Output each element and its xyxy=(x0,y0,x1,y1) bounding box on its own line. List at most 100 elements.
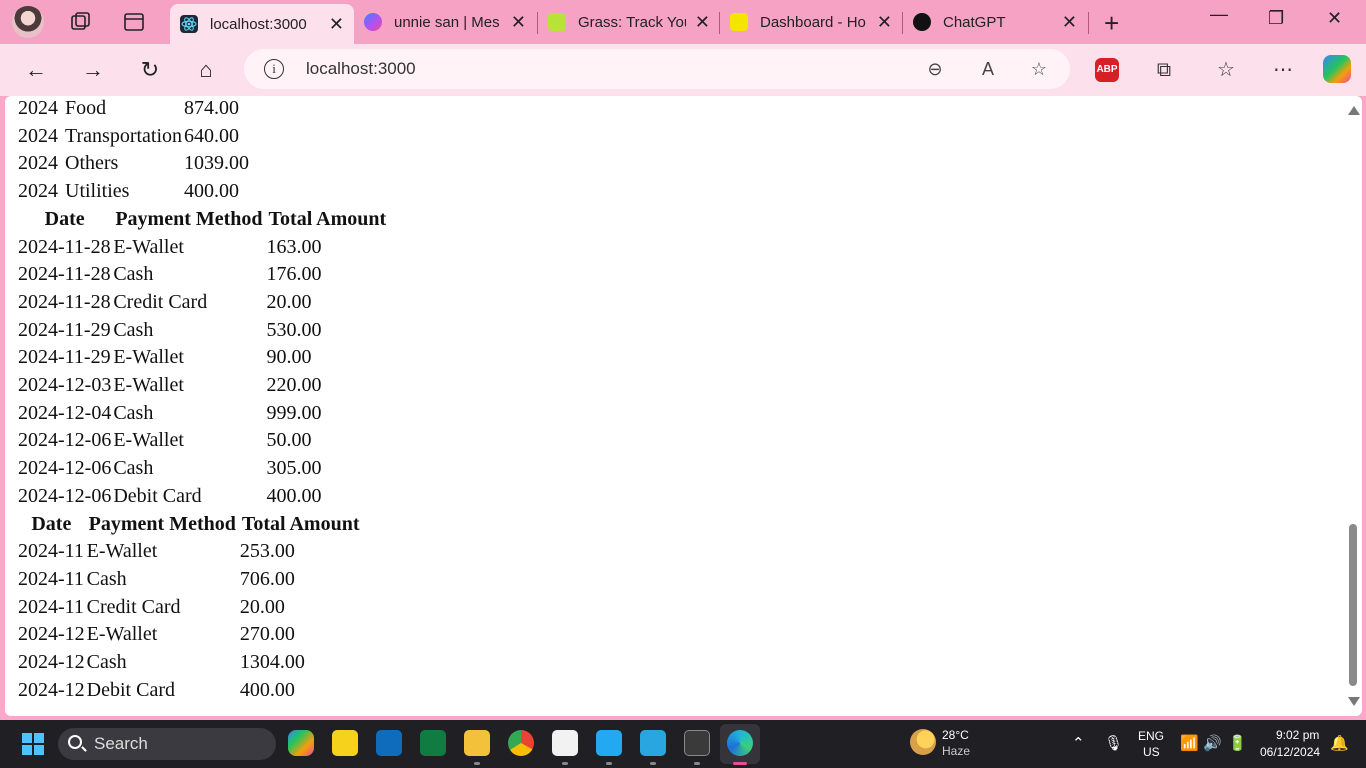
tab-separator xyxy=(1088,12,1089,34)
tab-messenger[interactable]: unnie san | Mes ✕ xyxy=(354,4,536,40)
close-icon[interactable]: ✕ xyxy=(695,12,710,33)
read-aloud-icon[interactable]: A xyxy=(977,58,999,80)
tab-localhost[interactable]: localhost:3000 ✕ xyxy=(170,4,354,44)
cell-total-amount: 305.00 xyxy=(266,457,322,480)
table-row: 2024-12 Cash 1304.00 xyxy=(18,649,362,677)
wifi-icon[interactable]: 📶 xyxy=(1180,734,1199,752)
close-icon[interactable]: ✕ xyxy=(329,14,344,35)
tab-grass[interactable]: Grass: Track You ✕ xyxy=(538,4,720,40)
window-close-icon[interactable]: ✕ xyxy=(1327,8,1342,29)
terminal-icon[interactable] xyxy=(684,730,710,756)
column-header-total-amount: Total Amount xyxy=(268,207,387,230)
clock-date[interactable]: 06/12/2024 xyxy=(1260,745,1320,759)
cell-total-amount: 400.00 xyxy=(266,484,322,507)
close-icon[interactable]: ✕ xyxy=(511,12,526,33)
cell-year: 2024 xyxy=(18,180,58,203)
tab-dashboard[interactable]: Dashboard - Ho ✕ xyxy=(720,4,902,40)
monthly-payment-table: Date Payment Method Total Amount 2024-11… xyxy=(16,511,364,705)
favorites-icon[interactable]: ☆ xyxy=(1212,56,1240,84)
copilot-app-icon[interactable] xyxy=(288,730,314,756)
tab-title: ChatGPT xyxy=(943,13,1006,31)
notepad-icon[interactable] xyxy=(640,730,666,756)
cell-payment-method: E-Wallet xyxy=(113,374,184,397)
scrollbar-thumb[interactable] xyxy=(1349,524,1357,686)
more-menu-icon[interactable]: ⋯ xyxy=(1269,56,1297,84)
close-icon[interactable]: ✕ xyxy=(1062,12,1077,33)
adblock-plus-icon[interactable]: ABP xyxy=(1095,58,1119,82)
cell-payment-method: Cash xyxy=(86,567,127,590)
scroll-up-arrow-icon[interactable] xyxy=(1348,106,1360,115)
profile-avatar[interactable] xyxy=(12,6,44,38)
tab-actions-icon[interactable] xyxy=(122,10,146,34)
cell-total-amount: 20.00 xyxy=(266,290,312,313)
table-row: 2024 Utilities 400.00 xyxy=(18,178,249,206)
scroll-down-arrow-icon[interactable] xyxy=(1348,697,1360,706)
address-url[interactable]: localhost:3000 xyxy=(306,59,416,79)
cell-total-amount: 90.00 xyxy=(266,346,312,369)
windows-start-icon[interactable] xyxy=(22,733,44,755)
input-region[interactable]: US xyxy=(1143,745,1160,759)
cell-date: 2024-12 xyxy=(18,623,85,646)
zoom-out-icon[interactable]: ⊖ xyxy=(924,58,946,80)
table-row: 2024-11-28 Credit Card 20.00 xyxy=(18,289,388,317)
battery-icon[interactable]: 🔋 xyxy=(1228,734,1247,752)
back-arrow-icon[interactable]: ← xyxy=(22,56,50,84)
column-header-total-amount: Total Amount xyxy=(241,512,360,535)
sticky-notes-icon[interactable] xyxy=(332,730,358,756)
restore-icon[interactable]: ❐ xyxy=(1268,8,1284,29)
page-scrollbar[interactable] xyxy=(1344,96,1362,716)
running-indicator xyxy=(562,762,568,765)
category-totals-table: 2024 Food 874.00 2024 Transportation 640.00 20… xyxy=(16,96,251,206)
edge-icon[interactable] xyxy=(727,730,753,756)
copilot-icon[interactable] xyxy=(1323,55,1351,83)
table-row: 2024-11 Cash 706.00 xyxy=(18,566,362,594)
input-language[interactable]: ENG xyxy=(1138,729,1164,743)
cell-date: 2024-12 xyxy=(18,651,85,674)
refresh-icon[interactable]: ↻ xyxy=(136,56,164,84)
tab-title: localhost:3000 xyxy=(210,15,307,33)
cell-payment-method: Debit Card xyxy=(86,678,175,701)
address-bar[interactable]: i localhost:3000 ⊖ A ☆ xyxy=(244,49,1070,89)
table-row: 2024-12 E-Wallet 270.00 xyxy=(18,621,362,649)
weather-temperature[interactable]: 28°C xyxy=(942,728,969,742)
forward-arrow-icon[interactable]: → xyxy=(79,56,107,84)
cell-date: 2024-12 xyxy=(18,678,85,701)
cell-year: 2024 xyxy=(18,152,58,175)
cell-date: 2024-12-06 xyxy=(18,484,112,507)
table-header-row: Date Payment Method Total Amount xyxy=(18,511,362,539)
show-hidden-icons-chevron-icon[interactable]: ⌃ xyxy=(1072,734,1085,752)
cell-date: 2024-11-28 xyxy=(18,235,111,258)
workspaces-icon[interactable] xyxy=(68,10,92,34)
weather-description[interactable]: Haze xyxy=(942,744,970,758)
extensions-icon[interactable]: ⧉ xyxy=(1150,56,1178,84)
cell-total-amount: 220.00 xyxy=(266,374,322,397)
file-explorer-icon[interactable] xyxy=(464,730,490,756)
capcut-icon[interactable] xyxy=(552,730,578,756)
clock-time[interactable]: 9:02 pm xyxy=(1276,728,1319,742)
table-row: 2024-12-06 E-Wallet 50.00 xyxy=(18,427,388,455)
tab-chatgpt[interactable]: ChatGPT ✕ xyxy=(903,4,1087,40)
cell-total-amount: 706.00 xyxy=(239,567,295,590)
close-icon[interactable]: ✕ xyxy=(877,12,892,33)
site-info-icon[interactable]: i xyxy=(264,59,284,79)
cell-payment-method: Cash xyxy=(113,318,154,341)
new-tab-plus-icon[interactable]: + xyxy=(1104,8,1119,39)
cell-category: Food xyxy=(65,97,107,119)
favorite-star-icon[interactable]: ☆ xyxy=(1028,58,1050,80)
notifications-icon[interactable]: 🔔 xyxy=(1330,734,1349,752)
table-row: 2024-12-06 Debit Card 400.00 xyxy=(18,483,388,511)
outlook-icon[interactable] xyxy=(376,730,402,756)
volume-icon[interactable]: 🔊 xyxy=(1203,734,1222,752)
minimize-icon[interactable]: — xyxy=(1210,4,1228,25)
taskbar-search-box[interactable]: Search xyxy=(58,728,276,760)
microphone-icon[interactable]: 🎙 xyxy=(1104,734,1123,752)
cell-payment-method: E-Wallet xyxy=(113,429,184,452)
vscode-icon[interactable] xyxy=(596,730,622,756)
tab-title: Grass: Track You xyxy=(578,13,686,31)
excel-icon[interactable] xyxy=(420,730,446,756)
home-icon[interactable]: ⌂ xyxy=(192,56,220,84)
weather-icon[interactable] xyxy=(910,729,936,755)
cell-date: 2024-12-03 xyxy=(18,374,112,397)
table-row: 2024-11-28 Cash 176.00 xyxy=(18,261,388,289)
chrome-icon[interactable] xyxy=(508,730,534,756)
